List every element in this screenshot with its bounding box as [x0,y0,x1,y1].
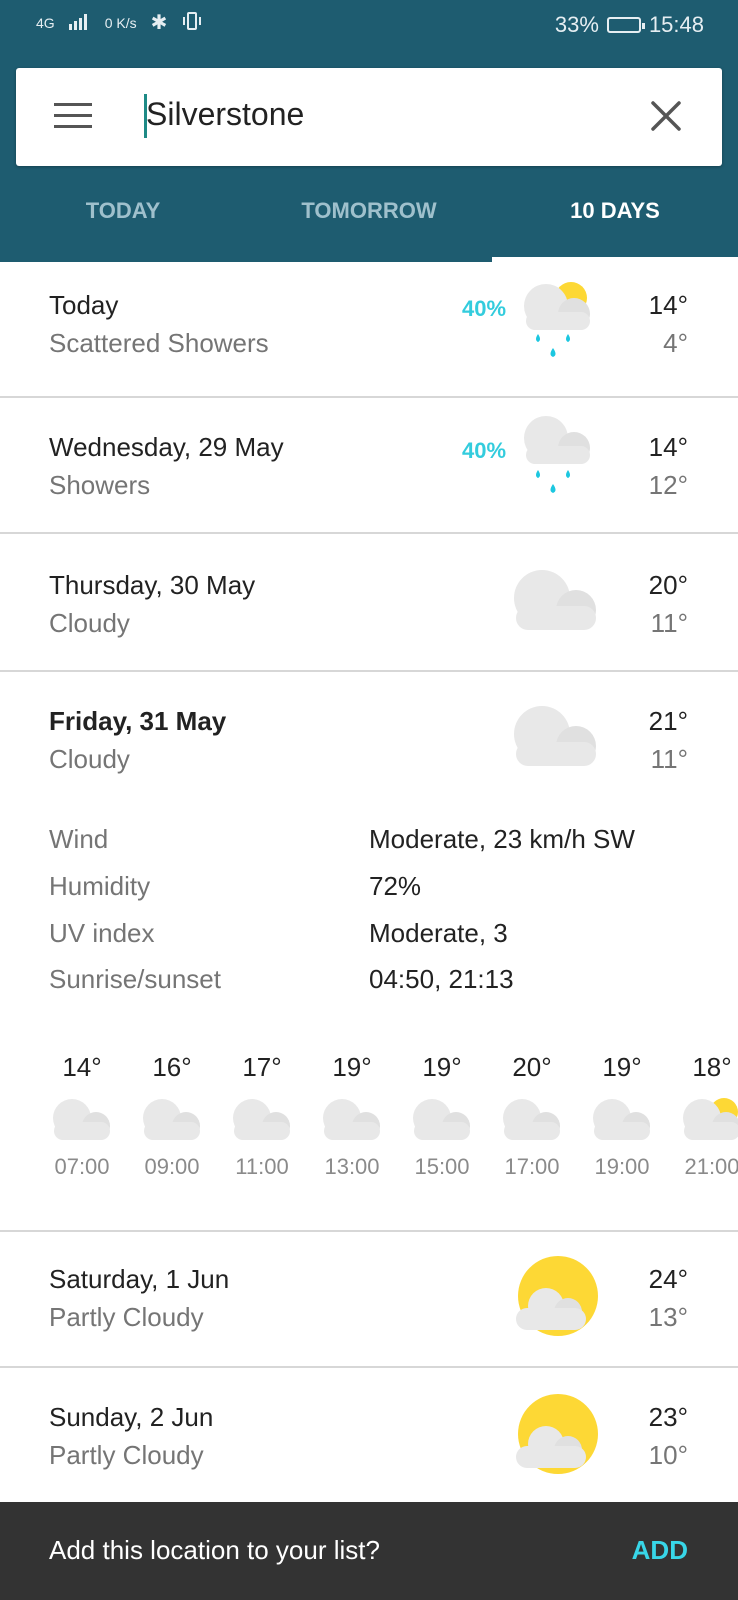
day-condition: Partly Cloudy [49,1440,204,1470]
cloud-icon [140,1098,204,1147]
clock: 15:48 [648,12,704,37]
search-input[interactable]: Silverstone [146,96,304,133]
cloud-icon [410,1098,474,1147]
day-row[interactable]: Saturday, 1 Jun Partly Cloudy 24° 13° [0,1232,738,1366]
precip-chance: 40% [462,296,507,321]
snackbar-message: Add this location to your list? [49,1535,380,1565]
day-condition: Showers [49,470,151,500]
hour-time: 13:00 [324,1154,380,1179]
hour-temp: 16° [152,1052,192,1082]
detail-label: Wind [49,824,109,854]
day-name: Sunday, 2 Jun [49,1402,214,1432]
detail-value: 72% [369,871,422,901]
hour-temp: 18° [692,1052,732,1082]
cloud-icon [230,1098,294,1147]
partly-cloudy-icon [512,1392,602,1483]
hour-time: 09:00 [144,1154,200,1179]
network-indicator: 4G [36,14,55,31]
hourly-forecast[interactable]: 14° 07:00 16° 09:00 17° 11:00 19° 13:00 … [0,1052,738,1192]
partly-cloudy-icon [512,1254,602,1345]
cloud-icon [320,1098,384,1147]
low-temp: 11° [650,744,688,774]
high-temp: 14° [648,432,688,462]
hour-temp: 20° [512,1052,552,1082]
day-condition: Cloudy [49,744,130,774]
high-temp: 23° [648,1402,688,1432]
cloud-icon [510,570,602,639]
hour-time: 07:00 [54,1154,110,1179]
cloud-sun-icon [680,1098,738,1147]
vibrate-icon [181,11,203,34]
day-name: Saturday, 1 Jun [49,1264,230,1294]
hour-temp: 19° [602,1052,642,1082]
high-temp: 14° [648,290,688,320]
day-name: Wednesday, 29 May [49,432,284,462]
app-header: Silverstone TODAY TOMORROW 10 DAYS [0,50,738,262]
day-name: Thursday, 30 May [49,570,256,600]
hour-temp: 17° [242,1052,282,1082]
cloud-icon [510,706,602,775]
detail-label: Humidity [49,871,151,901]
day-row[interactable]: Thursday, 30 May Cloudy 20° 11° [0,534,738,668]
tab-bar: TODAY TOMORROW 10 DAYS [0,180,738,262]
low-temp: 12° [648,470,688,500]
tab-tomorrow[interactable]: TOMORROW [246,198,492,224]
tab-10-days[interactable]: 10 DAYS [492,198,738,224]
hour-time: 11:00 [235,1154,289,1179]
low-temp: 10° [648,1440,688,1470]
tab-today[interactable]: TODAY [0,198,246,224]
high-temp: 20° [648,570,688,600]
status-bar: 4G 0 K/s ✱ 33% 15:48 [0,0,738,50]
hour-temp: 19° [422,1052,462,1082]
hour-temp: 19° [332,1052,372,1082]
hour-time: 19:00 [594,1154,650,1179]
battery-percent: 33% [554,12,599,37]
day-row[interactable]: Today Scattered Showers 40% 14° 4° [0,262,738,396]
cloud-icon [50,1098,114,1147]
hour-time: 21:00 [684,1154,738,1179]
day-name: Friday, 31 May [49,706,227,736]
close-icon[interactable] [650,100,682,132]
detail-label: Sunrise/sunset [49,964,221,994]
day-row-expanded[interactable]: Friday, 31 May Cloudy 21° 11° Wind Moder… [0,672,738,1230]
day-condition: Scattered Showers [49,328,269,358]
cloud-icon [500,1098,564,1147]
low-temp: 13° [648,1302,688,1332]
search-bar: Silverstone [16,68,722,166]
hour-time: 17:00 [504,1154,560,1179]
day-condition: Partly Cloudy [49,1302,204,1332]
low-temp: 4° [663,328,688,358]
detail-label: UV index [49,918,155,948]
snackbar: Add this location to your list? ADD [0,1502,738,1600]
rain-sun-icon [516,274,600,375]
cloud-icon [590,1098,654,1147]
precip-chance: 40% [462,438,507,463]
detail-value: Moderate, 23 km/h SW [369,824,635,854]
hour-temp: 14° [62,1052,102,1082]
detail-value: Moderate, 3 [369,918,508,948]
hour-time: 15:00 [414,1154,470,1179]
day-condition: Cloudy [49,608,130,638]
day-row[interactable]: Wednesday, 29 May Showers 40% 14° 12° [0,398,738,532]
bluetooth-icon: ✱ [150,12,168,34]
rain-cloud-icon [516,412,600,513]
menu-icon[interactable] [54,103,92,131]
status-right: 33% 15:48 [555,12,704,38]
signal-icon [68,12,91,33]
low-temp: 11° [650,608,688,638]
day-row[interactable]: Sunday, 2 Jun Partly Cloudy 23° 10° [0,1368,738,1502]
status-left: 4G 0 K/s ✱ [36,10,203,35]
battery-icon [606,17,645,33]
data-speed: 0 K/s [104,14,137,31]
day-name: Today [49,290,119,320]
high-temp: 21° [648,706,688,736]
detail-value: 04:50, 21:13 [369,964,514,994]
high-temp: 24° [648,1264,688,1294]
add-button[interactable]: ADD [632,1535,688,1566]
